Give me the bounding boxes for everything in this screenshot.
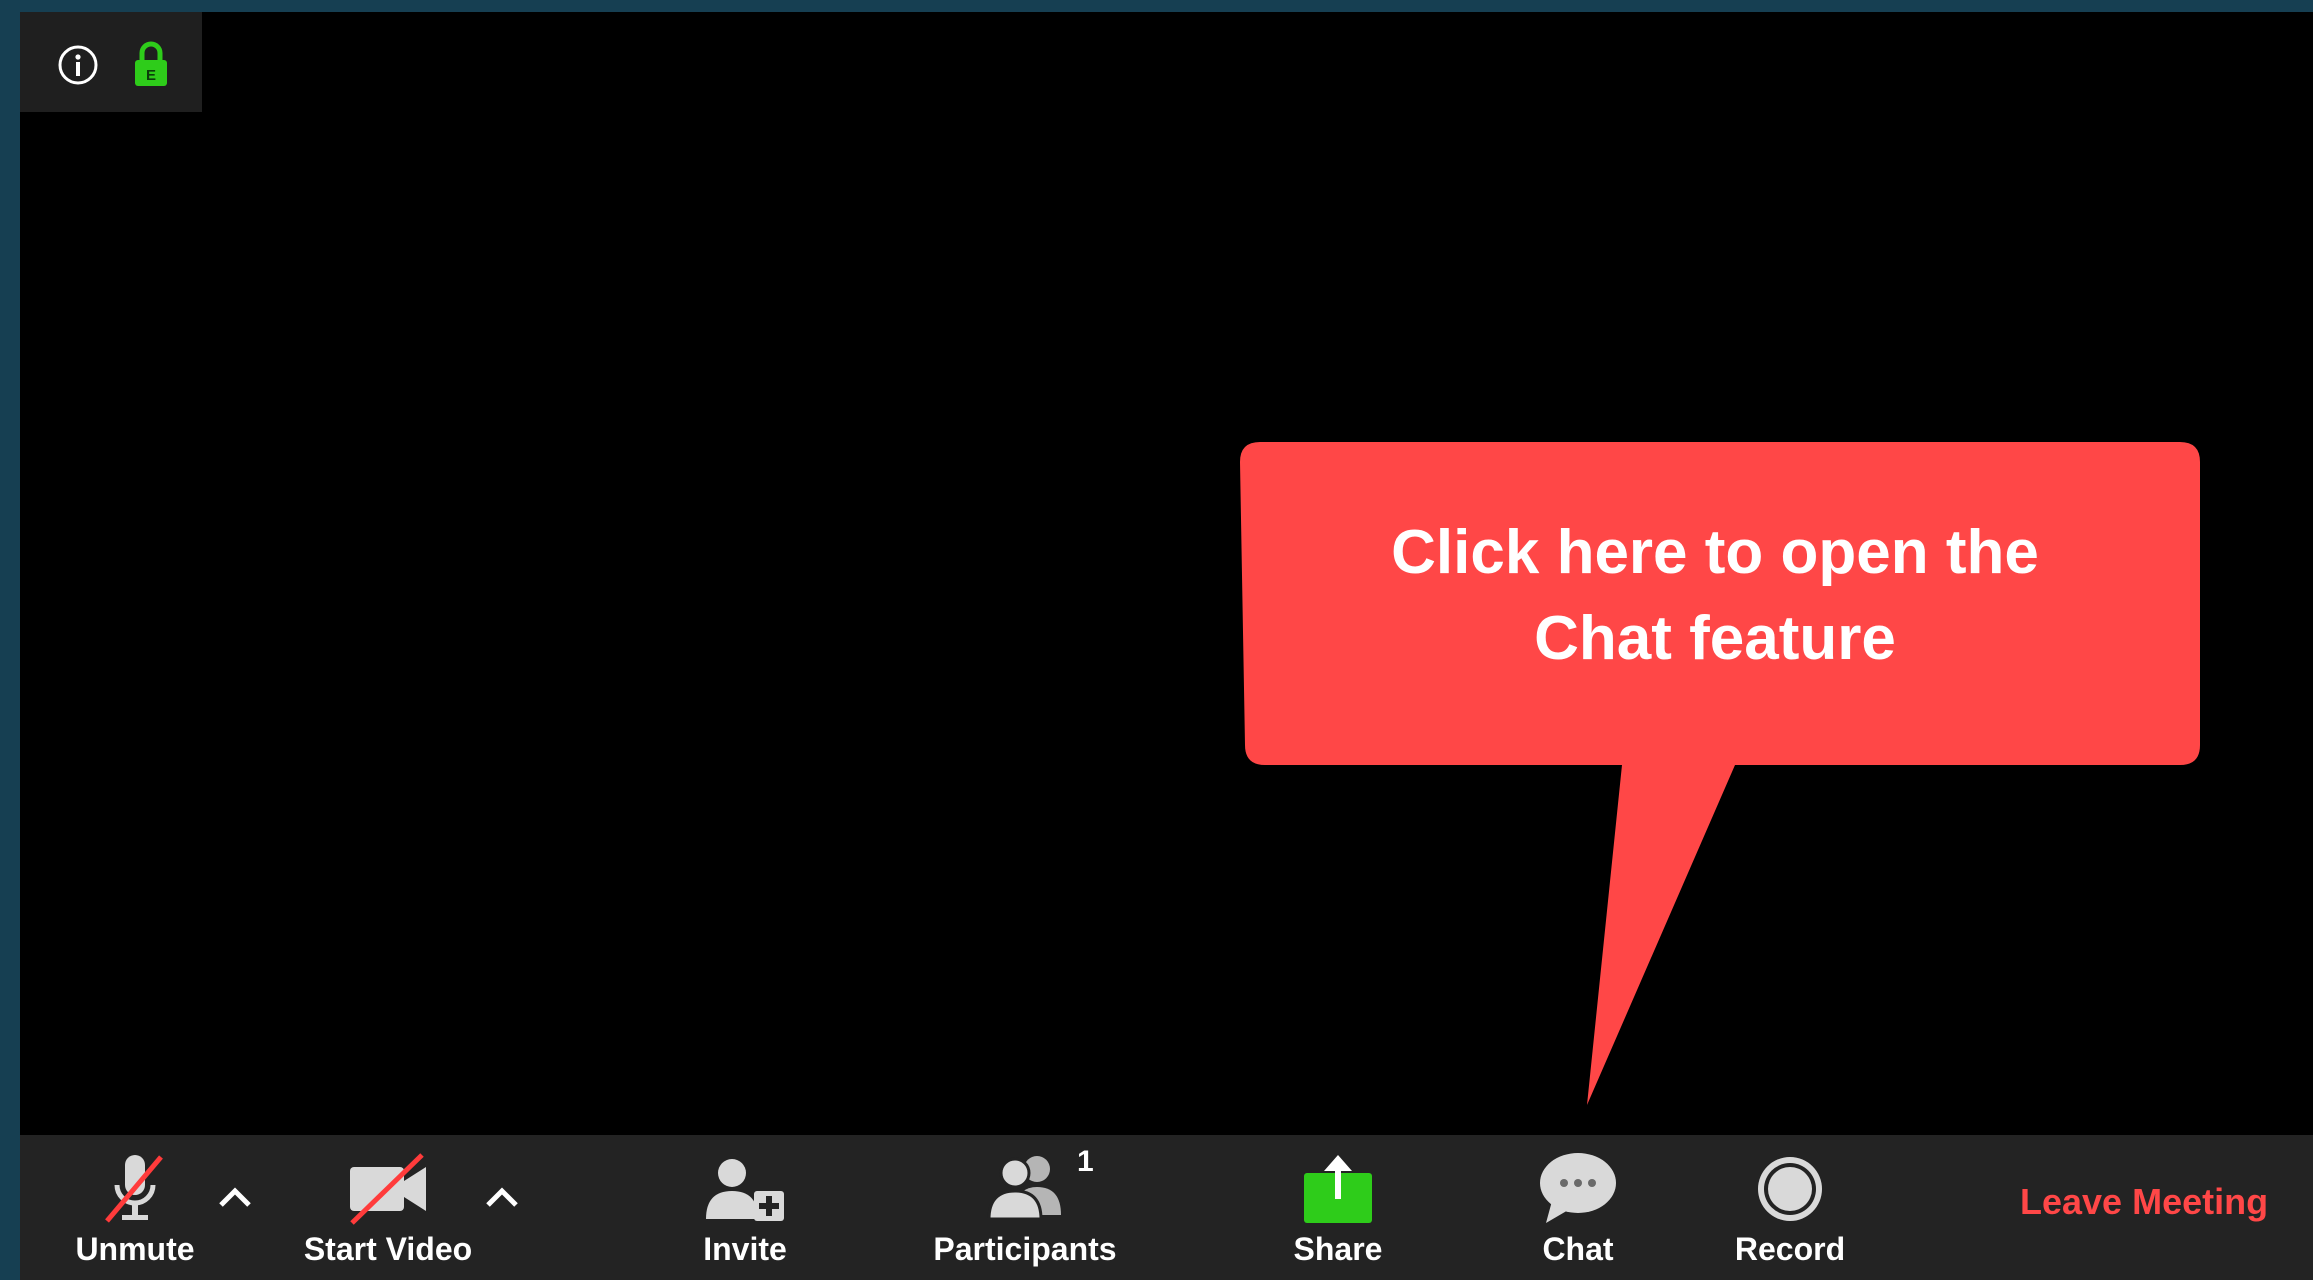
participants-icon — [987, 1156, 1061, 1221]
start-video-button[interactable]: Start Video — [283, 1135, 493, 1280]
participants-button[interactable]: 1 Participants — [925, 1135, 1125, 1280]
share-label: Share — [1293, 1231, 1383, 1267]
participants-label: Participants — [933, 1231, 1117, 1267]
lock-icon[interactable]: E — [133, 40, 169, 88]
start-video-label: Start Video — [303, 1231, 473, 1267]
participants-count-badge: 1 — [1077, 1145, 1094, 1178]
audio-options-caret-icon[interactable] — [213, 1177, 257, 1217]
meeting-toolbar: Unmute Start Video Invite 1 Participants… — [20, 1135, 2313, 1280]
record-button[interactable]: Record — [1715, 1135, 1865, 1280]
share-button[interactable]: Share — [1263, 1135, 1413, 1280]
video-off-icon — [350, 1153, 426, 1225]
unmute-button[interactable]: Unmute — [60, 1135, 210, 1280]
unmute-label: Unmute — [75, 1231, 195, 1267]
chat-button[interactable]: Chat — [1503, 1135, 1653, 1280]
share-screen-icon — [1304, 1155, 1372, 1223]
callout-line-1: Click here to open the — [1391, 518, 2039, 587]
callout-line-2: Chat feature — [1534, 604, 1896, 673]
chat-bubble-icon — [1540, 1153, 1616, 1223]
record-icon — [1758, 1157, 1822, 1221]
record-label: Record — [1734, 1231, 1846, 1267]
video-options-caret-icon[interactable] — [480, 1177, 524, 1217]
invite-label: Invite — [703, 1231, 787, 1267]
callout-text: Click here to open the Chat feature — [1245, 510, 2185, 682]
microphone-muted-icon — [105, 1155, 163, 1223]
invite-button[interactable]: Invite — [670, 1135, 820, 1280]
leave-meeting-button[interactable]: Leave Meeting — [2020, 1181, 2268, 1223]
invite-user-icon — [706, 1159, 784, 1221]
lock-badge-label: E — [146, 67, 156, 84]
chat-label: Chat — [1542, 1231, 1614, 1267]
meeting-info-panel: E — [20, 12, 202, 112]
info-icon[interactable] — [57, 44, 99, 86]
